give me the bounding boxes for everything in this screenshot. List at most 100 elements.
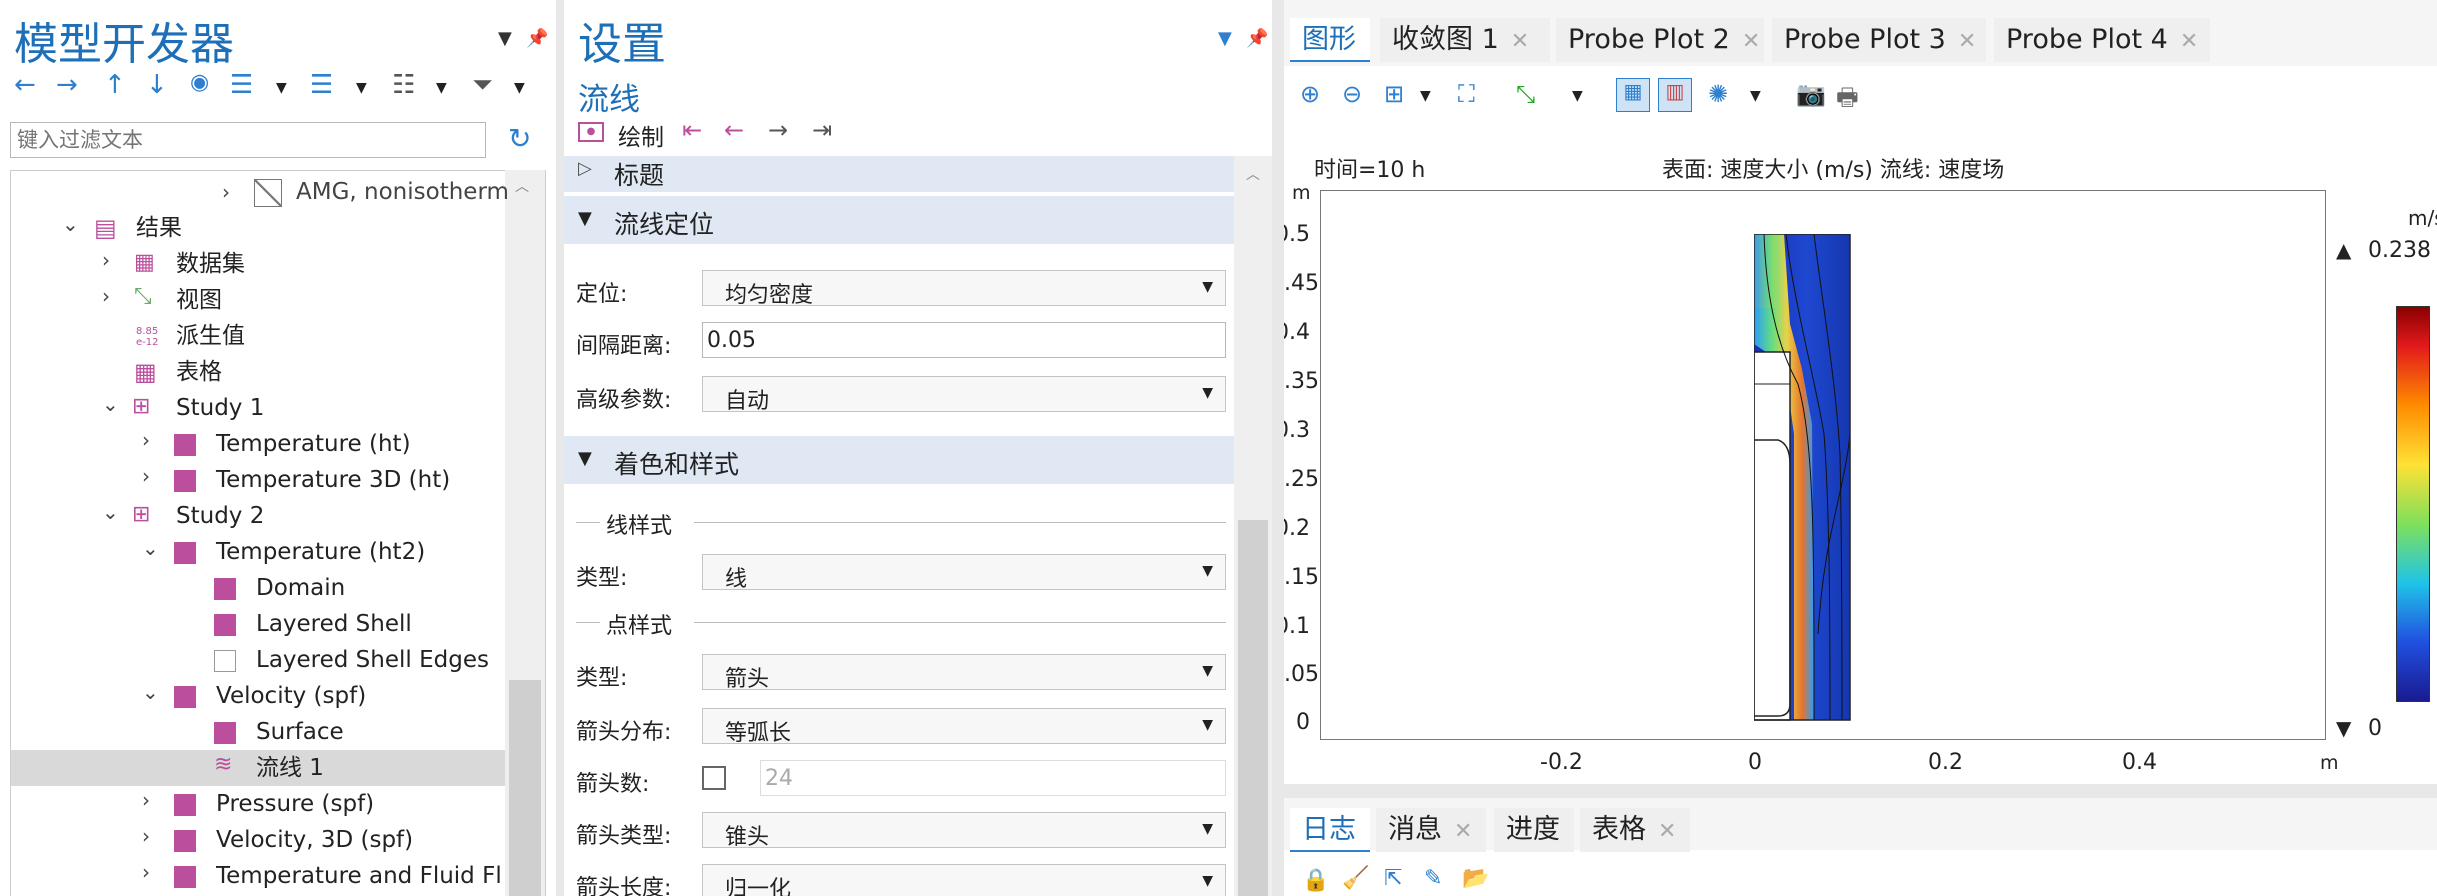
expand-dropdown-icon[interactable]: ▼ (276, 80, 287, 96)
tree-item-views[interactable]: 视图 (176, 282, 222, 318)
splitter[interactable] (1284, 784, 2437, 798)
close-icon[interactable]: ✕ (1742, 29, 1760, 54)
close-icon[interactable]: ✕ (1958, 29, 1976, 54)
tab-probe3[interactable]: Probe Plot 3 ✕ (1772, 18, 1986, 62)
tree-item-streamline1[interactable]: 流线 1 (256, 750, 324, 786)
zoom-box-icon[interactable]: ⊞ (1384, 80, 1404, 108)
tab-convergence[interactable]: 收敛图 1 ✕ (1380, 18, 1550, 62)
expand-chevron[interactable]: › (142, 788, 150, 812)
tree-item-results[interactable]: 结果 (136, 210, 182, 246)
collapse-chevron[interactable]: ⌄ (62, 212, 79, 236)
tree-item-velocity3d-spf[interactable]: Velocity, 3D (spf) (216, 822, 413, 858)
collapse-chevron[interactable]: ⌄ (102, 392, 119, 416)
close-icon[interactable]: ✕ (2180, 29, 2198, 54)
show-icon[interactable]: ◉ (190, 70, 209, 95)
forward-icon[interactable]: → (56, 70, 78, 100)
axes-icon[interactable]: ⤡ (1516, 80, 1535, 108)
clear-icon[interactable]: 🧹 (1342, 866, 1369, 891)
settings-scrollbar[interactable]: ︿ (1234, 156, 1272, 896)
expand-icon[interactable]: ☰ (230, 70, 253, 100)
tree-item-pressure-spf[interactable]: Pressure (spf) (216, 786, 374, 822)
edit-icon[interactable]: ✎ (1424, 866, 1442, 891)
next-icon[interactable]: → (768, 116, 788, 144)
plot-button[interactable]: 绘制 (618, 118, 664, 152)
tree-item-domain[interactable]: Domain (256, 570, 345, 606)
section-coloring[interactable]: ▼ 着色和样式 (564, 436, 1234, 484)
dropdown-icon[interactable]: ▼ (1218, 28, 1232, 49)
print-icon[interactable]: 🖶 (1836, 80, 1859, 121)
zoom-extents-icon[interactable]: ⛶ (1458, 80, 1475, 108)
back-icon[interactable]: ← (14, 70, 36, 100)
tab-messages[interactable]: 消息 ✕ (1376, 808, 1486, 852)
tab-graphics[interactable]: 图形 (1290, 18, 1370, 62)
scrollbar-thumb[interactable] (1238, 520, 1268, 896)
collapse-chevron[interactable]: ⌄ (142, 536, 159, 560)
positioning-select[interactable]: 均匀密度 ▼ (702, 270, 1226, 308)
expand-chevron[interactable]: › (102, 248, 110, 272)
last-icon[interactable]: ⇥ (812, 116, 832, 144)
splitter[interactable] (1272, 0, 1284, 896)
tree-item-temp3d-ht[interactable]: Temperature 3D (ht) (216, 462, 450, 498)
tab-progress[interactable]: 进度 (1494, 808, 1574, 852)
expand-chevron[interactable]: › (142, 464, 150, 488)
refresh-icon[interactable]: ↻ (508, 122, 531, 155)
scene-dropdown-icon[interactable]: ▼ (1750, 88, 1761, 104)
advanced-select[interactable]: 自动 ▼ (702, 376, 1226, 414)
filter-icon[interactable]: ⏷ (472, 70, 493, 101)
plot-icon[interactable]: ● (578, 122, 604, 142)
zoom-dropdown-icon[interactable]: ▼ (1420, 88, 1431, 104)
tree-scrollbar[interactable]: ︿ (505, 170, 545, 896)
tree-item-derived-values[interactable]: 派生值 (176, 318, 245, 354)
point-type-select[interactable]: 箭头 ▼ (702, 654, 1226, 692)
filter-dropdown-icon[interactable]: ▼ (514, 80, 525, 96)
arrow-dist-select[interactable]: 等弧长 ▼ (702, 708, 1226, 746)
collapse-icon[interactable]: ☰ (310, 70, 333, 100)
legend-toggle-icon[interactable]: ▥ (1658, 78, 1692, 112)
tree-item-tables[interactable]: 表格 (176, 354, 222, 390)
tree-item-temp-fluid[interactable]: Temperature and Fluid Fl (216, 858, 506, 894)
tab-tables[interactable]: 表格 ✕ (1580, 808, 1690, 852)
list-dropdown-icon[interactable]: ▼ (436, 80, 447, 96)
tree-item-study2[interactable]: Study 2 (176, 498, 264, 534)
tree-item-datasets[interactable]: 数据集 (176, 246, 245, 282)
previous-icon[interactable]: ← (724, 116, 744, 144)
camera-icon[interactable]: 📷 (1796, 80, 1826, 108)
scene-light-icon[interactable]: ✺ (1708, 80, 1728, 108)
move-down-icon[interactable]: ↓ (146, 70, 168, 100)
zoom-out-icon[interactable]: ⊖ (1342, 80, 1362, 108)
move-up-icon[interactable]: ↑ (104, 70, 126, 100)
axes-dropdown-icon[interactable]: ▼ (1572, 88, 1583, 104)
tab-probe4[interactable]: Probe Plot 4 ✕ (1994, 18, 2210, 62)
arrow-type-select[interactable]: 锥头 ▼ (702, 812, 1226, 850)
list-icon[interactable]: ☷ (392, 70, 415, 100)
tree-item-velocity-spf[interactable]: Velocity (spf) (216, 678, 366, 714)
grid-toggle-icon[interactable]: ▦ (1616, 78, 1650, 112)
tree-item-layered-shell[interactable]: Layered Shell (256, 606, 412, 642)
tree-item-temp-ht2[interactable]: Temperature (ht2) (216, 534, 425, 570)
lock-icon[interactable]: 🔒 (1302, 868, 1329, 893)
close-icon[interactable]: ✕ (1454, 819, 1472, 844)
pin-icon[interactable]: 📌 (1246, 28, 1268, 49)
collapse-chevron[interactable]: ⌄ (142, 680, 159, 704)
tree-item-temp-ht[interactable]: Temperature (ht) (216, 426, 411, 462)
expand-chevron[interactable]: › (142, 428, 150, 452)
filter-input[interactable] (10, 122, 486, 158)
tab-log[interactable]: 日志 (1290, 808, 1370, 852)
tree-item-layered-shell-edges[interactable]: Layered Shell Edges (256, 642, 489, 678)
scrollbar-thumb[interactable] (509, 680, 541, 896)
tree-item-surface[interactable]: Surface (256, 714, 344, 750)
dropdown-icon[interactable]: ▼ (498, 28, 512, 49)
expand-chevron[interactable]: › (222, 180, 230, 204)
collapse-chevron[interactable]: ⌄ (102, 500, 119, 524)
arrow-count-checkbox[interactable] (702, 766, 726, 790)
first-icon[interactable]: ⇤ (682, 116, 702, 144)
section-positioning[interactable]: ▼ 流线定位 (564, 196, 1234, 244)
spacing-input[interactable]: 0.05 (702, 322, 1226, 358)
tab-probe2[interactable]: Probe Plot 2 ✕ (1556, 18, 1764, 62)
export-icon[interactable]: ⇱ (1384, 866, 1402, 891)
collapse-dropdown-icon[interactable]: ▼ (356, 80, 367, 96)
arrow-length-select[interactable]: 归一化 ▼ (702, 864, 1226, 896)
expand-chevron[interactable]: › (142, 860, 150, 884)
close-icon[interactable]: ✕ (1511, 29, 1529, 54)
expand-chevron[interactable]: › (102, 284, 110, 308)
